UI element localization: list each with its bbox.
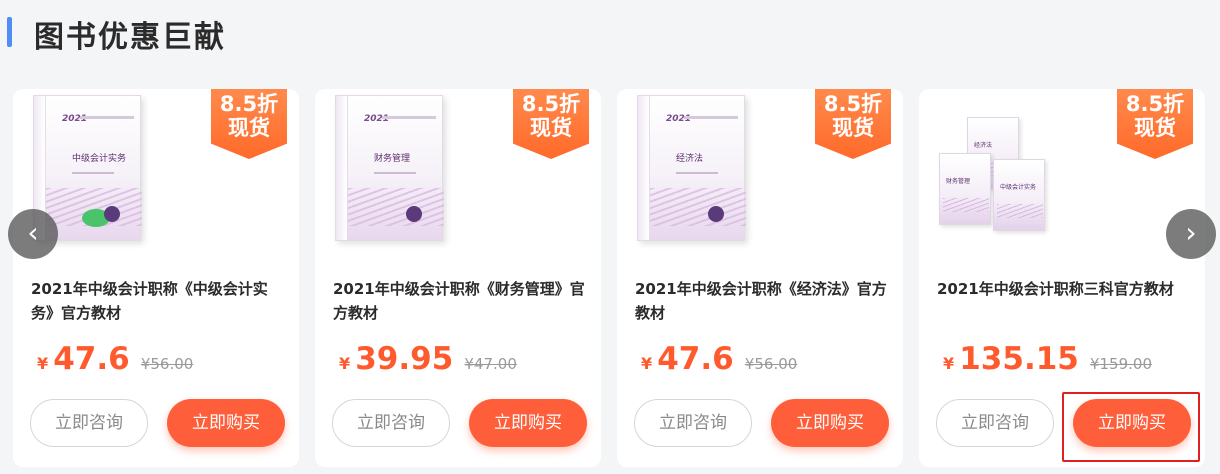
book-set-image: 经济法 财务管理 中级会计实务 <box>937 109 1057 239</box>
discount-badge: 8.5折 现货 <box>815 89 891 159</box>
consult-button[interactable]: 立即咨询 <box>332 399 450 447</box>
badge-discount-text: 8.5折 <box>521 92 581 116</box>
carousel-prev-button[interactable]: ‹ <box>8 209 58 259</box>
consult-button[interactable]: 立即咨询 <box>634 399 752 447</box>
buy-now-button[interactable]: 立即购买 <box>469 399 587 447</box>
set-book-title: 财务管理 <box>946 178 971 185</box>
product-title[interactable]: 2021年中级会计职称《财务管理》官方教材 <box>333 277 585 325</box>
currency-symbol: ¥ <box>37 354 49 373</box>
discount-badge: 8.5折 现货 <box>211 89 287 159</box>
currency-symbol: ¥ <box>943 354 955 373</box>
original-price: ¥47.00 <box>464 355 517 373</box>
badge-stock-text: 现货 <box>832 116 874 140</box>
original-price: ¥56.00 <box>140 355 194 373</box>
sale-price: 47.6 <box>53 341 130 377</box>
currency-symbol: ¥ <box>641 354 653 373</box>
product-cover[interactable]: 经济法 财务管理 中级会计实务 8.5折 现货 <box>919 89 1205 259</box>
sale-price: 135.15 <box>959 341 1079 377</box>
price-row: ¥ 135.15 ¥159.00 <box>943 341 1152 381</box>
product-title[interactable]: 2021年中级会计职称《中级会计实务》官方教材 <box>31 277 283 325</box>
badge-stock-text: 现货 <box>530 116 572 140</box>
consult-button[interactable]: 立即咨询 <box>30 399 148 447</box>
product-list: 2021 中级会计实务 8.5折 现货 2021年中级会计职称《中级会计实务》官… <box>13 89 1220 469</box>
chevron-left-icon: ‹ <box>27 216 39 249</box>
set-book-title: 中级会计实务 <box>1000 184 1037 191</box>
section-title-bar <box>7 17 12 47</box>
sale-price: 39.95 <box>355 341 454 377</box>
price-row: ¥ 39.95 ¥47.00 <box>339 341 517 381</box>
product-title[interactable]: 2021年中级会计职称三科官方教材 <box>937 277 1189 301</box>
cover-title: 中级会计实务 <box>72 154 127 164</box>
discount-badge: 8.5折 现货 <box>1117 89 1193 159</box>
badge-discount-text: 8.5折 <box>823 92 883 116</box>
selection-highlight-box <box>1062 392 1200 462</box>
section-title: 图书优惠巨献 <box>34 20 226 55</box>
original-price: ¥56.00 <box>744 355 798 373</box>
price-row: ¥ 47.6 ¥56.00 <box>37 341 193 381</box>
cover-title: 财务管理 <box>374 154 411 164</box>
book-cover-image: 2021 经济法 <box>637 95 746 241</box>
badge-stock-text: 现货 <box>228 116 270 140</box>
product-cover[interactable]: 2021 财务管理 8.5折 现货 <box>315 89 601 259</box>
discount-badge: 8.5折 现货 <box>513 89 589 159</box>
set-book-title: 经济法 <box>974 142 993 149</box>
price-row: ¥ 47.6 ¥56.00 <box>641 341 797 381</box>
product-card[interactable]: 2021 中级会计实务 8.5折 现货 2021年中级会计职称《中级会计实务》官… <box>13 89 299 467</box>
consult-button[interactable]: 立即咨询 <box>936 399 1054 447</box>
product-title[interactable]: 2021年中级会计职称《经济法》官方教材 <box>635 277 887 325</box>
badge-discount-text: 8.5折 <box>219 92 279 116</box>
carousel-next-button[interactable]: › <box>1166 209 1216 259</box>
sale-price: 47.6 <box>657 341 734 377</box>
currency-symbol: ¥ <box>339 354 351 373</box>
chevron-right-icon: › <box>1185 216 1197 249</box>
product-cover[interactable]: 2021 经济法 8.5折 现货 <box>617 89 903 259</box>
badge-discount-text: 8.5折 <box>1125 92 1185 116</box>
product-card[interactable]: 2021 财务管理 8.5折 现货 2021年中级会计职称《财务管理》官方教材 … <box>315 89 601 467</box>
product-card[interactable]: 2021 经济法 8.5折 现货 2021年中级会计职称《经济法》官方教材 ¥ … <box>617 89 903 467</box>
badge-stock-text: 现货 <box>1134 116 1176 140</box>
section-header: 图书优惠巨献 <box>0 0 1220 70</box>
book-cover-image: 2021 财务管理 <box>335 95 444 241</box>
buy-now-button[interactable]: 立即购买 <box>771 399 889 447</box>
cover-title: 经济法 <box>676 154 704 164</box>
original-price: ¥159.00 <box>1089 355 1152 373</box>
buy-now-button[interactable]: 立即购买 <box>167 399 285 447</box>
